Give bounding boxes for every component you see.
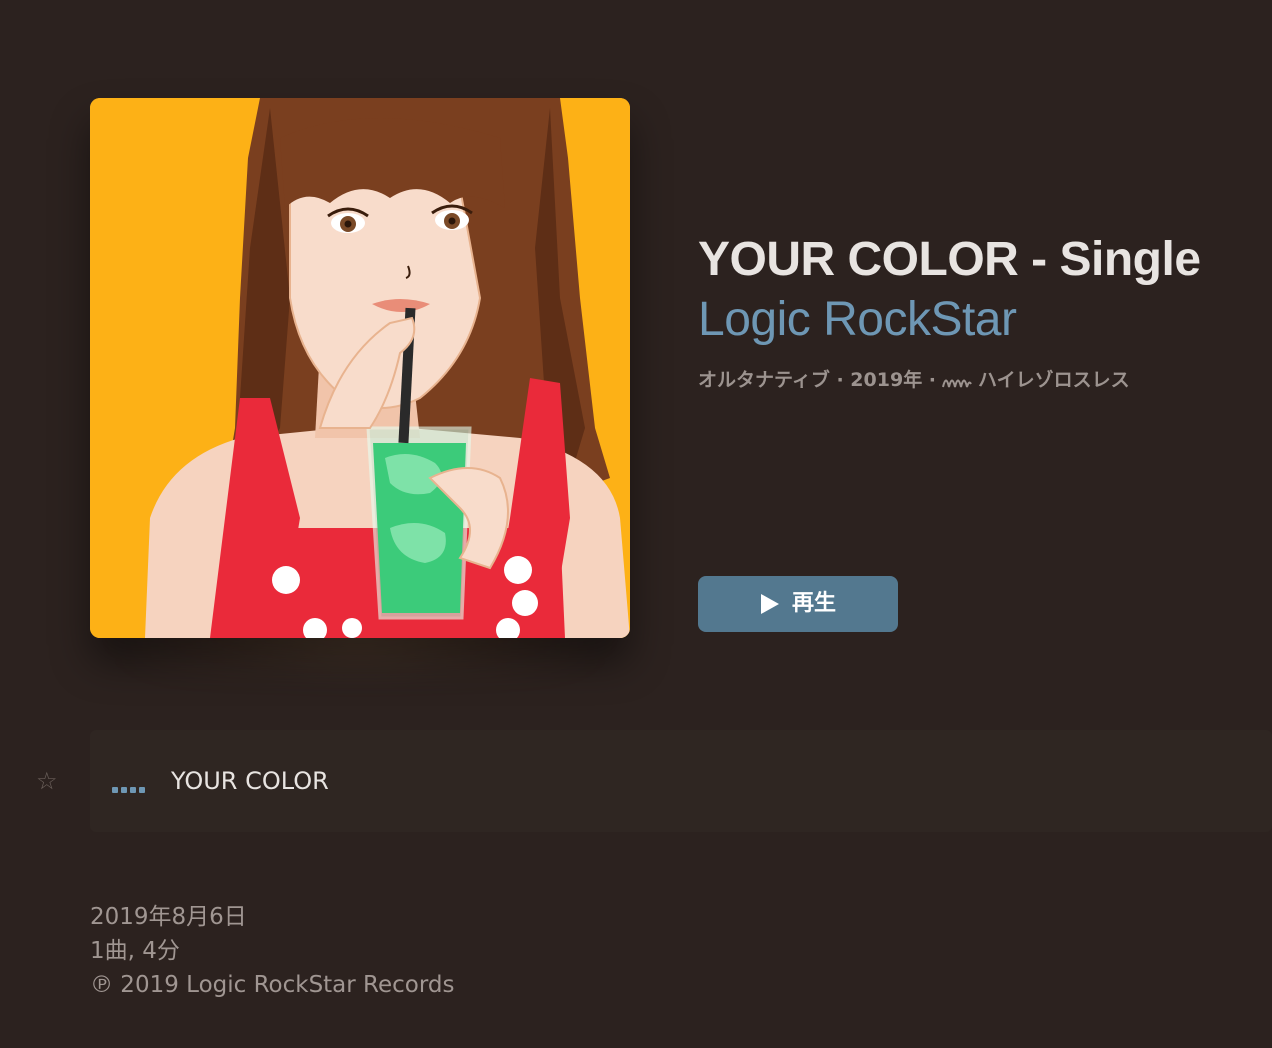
album-genre-year: オルタナティブ · 2019年 · bbox=[698, 369, 937, 391]
album-artist-link[interactable]: Logic RockStar bbox=[698, 290, 1017, 350]
copyright: ℗ 2019 Logic RockStar Records bbox=[90, 972, 455, 998]
album-artwork bbox=[90, 98, 630, 638]
star-outline-icon[interactable]: ☆ bbox=[36, 766, 58, 796]
album-page: YOUR COLOR - Single Logic RockStar オルタナテ… bbox=[0, 0, 1272, 1048]
album-format: ハイレゾロスレス bbox=[978, 369, 1130, 391]
album-meta: オルタナティブ · 2019年 · ハイレゾロスレス bbox=[698, 367, 1130, 393]
now-playing-icon bbox=[112, 787, 145, 793]
play-label: 再生 bbox=[791, 591, 836, 616]
play-icon bbox=[760, 593, 780, 615]
track-summary: 1曲, 4分 bbox=[90, 938, 180, 964]
release-date: 2019年8月6日 bbox=[90, 904, 247, 930]
album-title: YOUR COLOR - Single bbox=[698, 233, 1201, 286]
track-title: YOUR COLOR bbox=[171, 767, 329, 795]
album-footer-info: 2019年8月6日 1曲, 4分 ℗ 2019 Logic RockStar R… bbox=[90, 900, 455, 1002]
hi-res-lossless-icon bbox=[942, 371, 972, 391]
play-button[interactable]: 再生 bbox=[698, 576, 898, 632]
album-artwork-illustration bbox=[90, 98, 630, 638]
